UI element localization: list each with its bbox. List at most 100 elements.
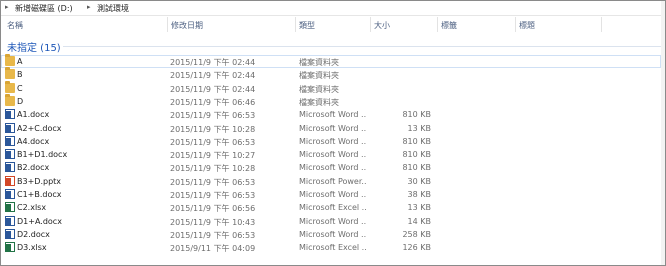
column-divider[interactable] [167, 17, 168, 32]
file-date: 2015/11/9 下午 06:53 [170, 191, 256, 200]
file-name: C1+B.docx [17, 190, 62, 199]
folder-icon [5, 67, 15, 80]
file-size: 13 KB [407, 203, 431, 213]
file-date: 2015/11/9 下午 06:46 [170, 97, 256, 107]
file-size: 38 KB [407, 190, 431, 199]
file-type: Microsoft Excel ... [299, 203, 367, 213]
excel-icon [5, 242, 15, 253]
column-divider[interactable] [437, 17, 438, 32]
file-name: A4.docx [17, 136, 50, 146]
column-divider[interactable] [295, 17, 296, 32]
file-row[interactable]: C1+B.docx 2015/11/9 下午 06:53 Microsoft Wor… [1, 188, 661, 201]
word-icon [5, 109, 15, 120]
group-header[interactable]: 未指定 (15) [7, 39, 61, 54]
word-icon [5, 189, 15, 199]
file-name: B2.docx [17, 163, 50, 173]
file-row[interactable]: C 2015/11/9 下午 02:44 檔案資料夾 [1, 80, 661, 95]
file-size: 14 KB [407, 216, 431, 226]
file-row[interactable]: A 2015/11/9 下午 02:44 檔案資料夾 [1, 54, 661, 68]
chevron-right-icon[interactable]: ▸ [87, 3, 91, 11]
column-header-type[interactable]: 類型 [299, 20, 315, 31]
file-type: 檔案資料夾 [299, 58, 339, 67]
file-type: Microsoft Word ... [299, 123, 367, 133]
powerpoint-icon [5, 175, 15, 186]
file-date: 2015/11/9 下午 10:43 [170, 217, 256, 227]
file-size: 810 KB [402, 150, 431, 160]
file-date: 2015/11/9 下午 06:56 [170, 204, 256, 214]
file-row[interactable]: D 2015/11/9 下午 06:46 檔案資料夾 [1, 93, 661, 108]
file-name: D1+A.docx [17, 216, 62, 226]
file-name: A2+C.docx [17, 123, 62, 133]
address-bar[interactable]: ▸ 新增磁碟區 (D:) ▸ 測試環境 [1, 1, 665, 16]
file-row[interactable]: D3.xlsx 2015/9/11 下午 04:09 Microsoft Excel… [1, 241, 661, 254]
file-row[interactable]: D2.docx 2015/11/9 下午 06:53 Microsoft Word … [1, 228, 661, 241]
word-icon [5, 135, 15, 146]
file-row[interactable]: A2+C.docx 2015/11/9 下午 10:28 Microsoft Wor… [1, 122, 661, 135]
file-explorer-window: ▸ 新增磁碟區 (D:) ▸ 測試環境 名稱 修改日期 類型 大小 標籤 標題 … [0, 0, 666, 266]
file-type: Microsoft Word ... [299, 229, 367, 239]
file-date: 2015/9/11 下午 04:09 [170, 244, 256, 254]
folder-icon [5, 80, 15, 93]
file-name: A1.docx [17, 110, 50, 120]
file-name: C2.xlsx [17, 203, 47, 213]
folder-icon [5, 54, 15, 66]
file-row[interactable]: B1+D1.docx 2015/11/9 下午 10:27 Microsoft Wo… [1, 148, 661, 161]
word-icon [5, 162, 15, 173]
file-type: 檔案資料夾 [299, 71, 339, 81]
breadcrumb-folder[interactable]: 測試環境 [97, 3, 129, 14]
file-date: 2015/11/9 下午 06:53 [170, 137, 256, 147]
excel-icon [5, 202, 15, 213]
file-type: Microsoft Excel ... [299, 243, 367, 253]
file-type: 檔案資料夾 [299, 97, 339, 107]
file-date: 2015/11/9 下午 10:28 [170, 124, 256, 134]
file-size: 810 KB [402, 110, 431, 120]
file-size: 258 KB [402, 229, 431, 239]
file-date: 2015/11/9 下午 06:53 [170, 230, 256, 240]
file-type: 檔案資料夾 [299, 84, 339, 94]
file-date: 2015/11/9 下午 02:44 [170, 84, 256, 94]
file-size: 810 KB [402, 136, 431, 146]
column-header-date[interactable]: 修改日期 [171, 20, 203, 31]
file-name: C [17, 83, 23, 93]
column-header-tags[interactable]: 標籤 [441, 20, 457, 31]
file-row[interactable]: A1.docx 2015/11/9 下午 06:53 Microsoft Word … [1, 108, 661, 121]
file-row[interactable]: B3+D.pptx 2015/11/9 下午 06:53 Microsoft Pow… [1, 175, 661, 188]
file-row[interactable]: A4.docx 2015/11/9 下午 06:53 Microsoft Word … [1, 135, 661, 148]
file-row[interactable]: C2.xlsx 2015/11/9 下午 06:56 Microsoft Excel… [1, 201, 661, 214]
column-divider[interactable] [515, 17, 516, 32]
file-name: D2.docx [17, 229, 50, 239]
file-date: 2015/11/9 下午 10:28 [170, 164, 256, 174]
word-icon [5, 215, 15, 226]
file-type: Microsoft Word ... [299, 190, 367, 199]
file-row[interactable]: D1+A.docx 2015/11/9 下午 10:43 Microsoft Wor… [1, 215, 661, 228]
file-date: 2015/11/9 下午 06:53 [170, 111, 256, 121]
breadcrumb-drive[interactable]: 新增磁碟區 (D:) [15, 3, 73, 14]
file-type: Microsoft Word ... [299, 216, 367, 226]
column-divider[interactable] [370, 17, 371, 32]
column-header-name[interactable]: 名稱 [7, 20, 23, 31]
group-divider [63, 46, 661, 47]
file-size: 126 KB [402, 243, 431, 253]
column-header-size[interactable]: 大小 [374, 20, 390, 31]
file-name: A [17, 57, 23, 66]
file-name: D3.xlsx [17, 243, 47, 253]
file-size: 13 KB [407, 123, 431, 133]
file-date: 2015/11/9 下午 02:44 [170, 71, 256, 81]
file-date: 2015/11/9 下午 10:27 [170, 151, 256, 161]
file-name: D [17, 96, 24, 106]
file-row[interactable]: B2.docx 2015/11/9 下午 10:28 Microsoft Word … [1, 161, 661, 174]
file-date: 2015/11/9 下午 02:44 [170, 58, 256, 67]
file-type: Microsoft Word ... [299, 163, 367, 173]
file-name: B3+D.pptx [17, 176, 62, 186]
word-icon [5, 149, 15, 160]
file-type: Microsoft Word ... [299, 150, 367, 160]
chevron-right-icon[interactable]: ▸ [5, 3, 9, 11]
file-row[interactable]: B 2015/11/9 下午 02:44 檔案資料夾 [1, 67, 661, 81]
folder-icon [5, 93, 15, 106]
file-type: Microsoft Word ... [299, 110, 367, 120]
column-divider[interactable] [601, 17, 602, 32]
vertical-scrollbar[interactable] [661, 1, 665, 265]
file-type: Microsoft Power... [299, 176, 367, 186]
word-icon [5, 122, 15, 133]
column-header-title[interactable]: 標題 [519, 20, 535, 31]
